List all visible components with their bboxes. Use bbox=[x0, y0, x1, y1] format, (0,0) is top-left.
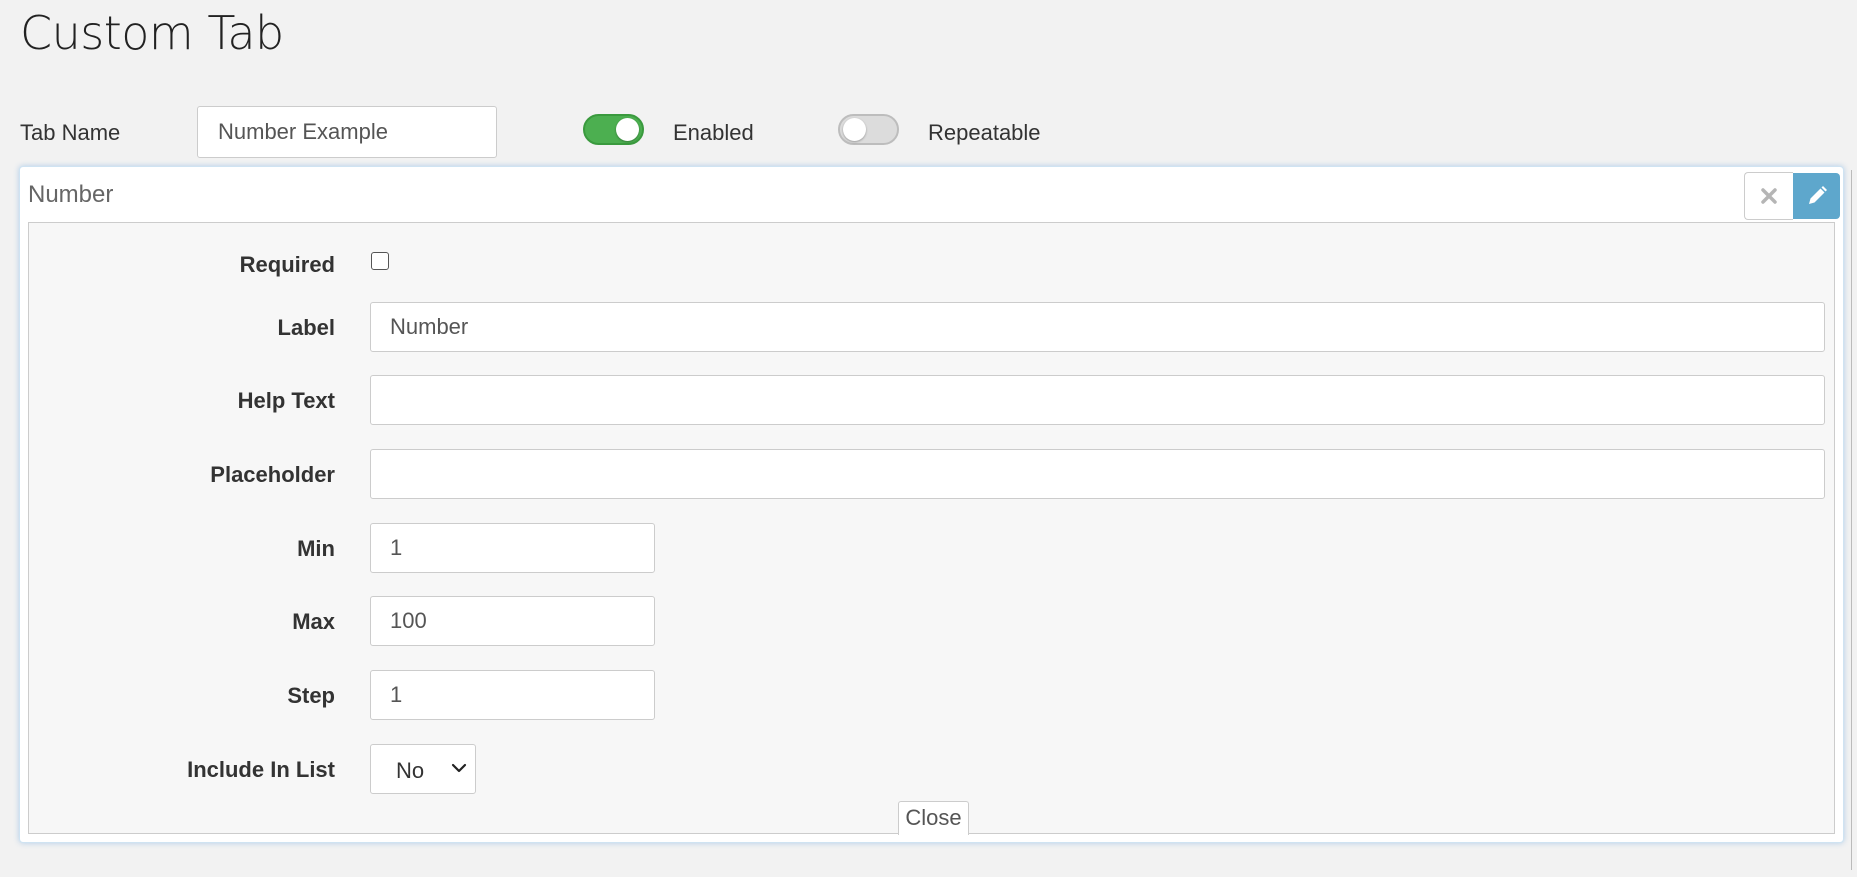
required-row: Required bbox=[29, 252, 1834, 282]
help-text-label: Help Text bbox=[237, 388, 335, 413]
adjacent-panel-edge bbox=[1851, 170, 1857, 870]
min-row: Min bbox=[29, 523, 1834, 575]
max-row: Max bbox=[29, 596, 1834, 648]
chevron-down-icon bbox=[451, 763, 467, 773]
repeatable-toggle[interactable] bbox=[838, 114, 899, 145]
close-panel-button[interactable]: Close bbox=[898, 801, 969, 835]
placeholder-input[interactable] bbox=[370, 449, 1825, 499]
number-field-card: Number Required Label Help Text bbox=[19, 166, 1844, 843]
remove-field-button[interactable] bbox=[1744, 172, 1793, 220]
label-field-label: Label bbox=[277, 315, 335, 340]
close-icon bbox=[1761, 188, 1777, 204]
min-label: Min bbox=[297, 536, 335, 561]
step-input[interactable] bbox=[370, 670, 655, 720]
repeatable-label: Repeatable bbox=[928, 120, 1041, 145]
page-title: Custom Tab bbox=[20, 6, 284, 60]
tab-settings-row: Tab Name Enabled Repeatable bbox=[0, 104, 1200, 158]
include-in-list-label: Include In List bbox=[187, 757, 335, 782]
placeholder-label: Placeholder bbox=[210, 462, 335, 487]
step-row: Step bbox=[29, 670, 1834, 722]
max-label: Max bbox=[292, 609, 335, 634]
toggle-knob bbox=[843, 118, 866, 141]
required-checkbox[interactable] bbox=[371, 252, 389, 270]
edit-field-button[interactable] bbox=[1793, 173, 1840, 219]
include-in-list-select[interactable]: No bbox=[370, 744, 476, 794]
field-card-title: Number bbox=[28, 181, 114, 208]
field-settings-panel: Required Label Help Text Placeholder Min… bbox=[28, 222, 1835, 835]
include-in-list-value: No bbox=[396, 758, 425, 783]
enabled-label: Enabled bbox=[673, 120, 754, 145]
required-label: Required bbox=[239, 252, 335, 277]
tab-name-label: Tab Name bbox=[20, 120, 121, 145]
pencil-icon bbox=[1808, 186, 1827, 204]
max-input[interactable] bbox=[370, 596, 655, 646]
label-input[interactable] bbox=[370, 302, 1825, 352]
min-input[interactable] bbox=[370, 523, 655, 573]
field-card-actions bbox=[1744, 172, 1840, 220]
help-text-input[interactable] bbox=[370, 375, 1825, 425]
help-text-row: Help Text bbox=[29, 375, 1834, 427]
label-row: Label bbox=[29, 302, 1834, 354]
include-in-list-row: Include In List No bbox=[29, 744, 1834, 796]
toggle-knob bbox=[616, 118, 639, 141]
placeholder-row: Placeholder bbox=[29, 449, 1834, 501]
step-label: Step bbox=[287, 683, 335, 708]
tab-name-input[interactable] bbox=[197, 106, 497, 158]
enabled-toggle[interactable] bbox=[583, 114, 644, 145]
